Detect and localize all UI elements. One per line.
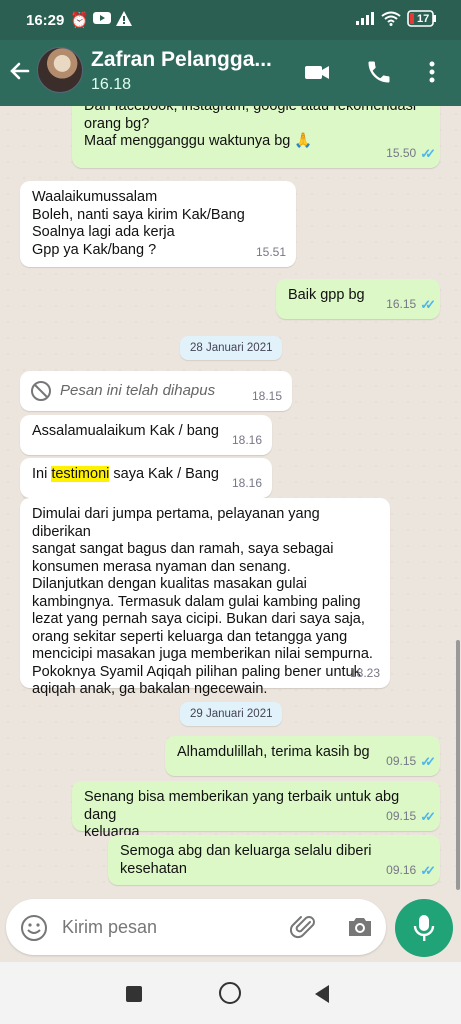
message-time: 18.16	[231, 475, 262, 490]
contact-avatar[interactable]	[37, 47, 83, 93]
signal-icon	[356, 11, 376, 29]
date-separator: 29 Januari 2021	[180, 702, 283, 726]
message-incoming[interactable]: Assalamualaikum Kak / bang 18.16	[20, 415, 272, 455]
message-outgoing[interactable]: Baik gpp bg 16.15 ✓✓	[276, 279, 440, 319]
deleted-icon	[30, 380, 52, 408]
voice-record-button[interactable]	[395, 899, 453, 957]
read-ticks-icon: ✓✓	[420, 753, 436, 769]
read-ticks-icon: ✓✓	[420, 808, 436, 824]
message-incoming[interactable]: Waalaikumussalam Boleh, nanti saya kirim…	[20, 181, 296, 267]
more-options-icon[interactable]	[422, 58, 452, 88]
message-outgoing[interactable]: Alhamdulillah, terima kasih bg 09.15 ✓✓	[165, 736, 440, 776]
alarm-icon: ⏰	[70, 12, 89, 29]
attach-icon[interactable]	[289, 913, 318, 946]
back-arrow-icon[interactable]	[8, 59, 32, 87]
back-button[interactable]	[313, 984, 331, 1009]
message-text: lezat yang pernah saya cicipi. Bukan dar…	[32, 611, 365, 627]
message-text: aqiqah anak, ga bakalan ngecewain.	[32, 681, 268, 697]
message-text: orang bg?	[84, 115, 150, 132]
message-list[interactable]: Dari facebook, instagram, google atau re…	[0, 106, 461, 896]
message-time: 15.50	[386, 145, 417, 160]
video-call-icon[interactable]	[303, 58, 333, 88]
message-outgoing[interactable]: Semoga abg dan keluarga selalu diberi ke…	[108, 835, 440, 885]
message-input[interactable]: Kirim pesan	[62, 917, 157, 938]
contact-last-seen[interactable]: 16.18	[91, 76, 131, 94]
message-text: Maaf mengganggu waktunya bg 🙏	[84, 133, 313, 149]
recents-button[interactable]	[126, 986, 142, 1002]
deleted-message-text: Pesan ini telah dihapus	[60, 382, 216, 399]
message-text: Dari facebook, instagram, google atau re…	[84, 106, 417, 114]
message-time: 09.15	[386, 753, 417, 768]
voice-call-icon[interactable]	[365, 58, 395, 88]
message-text: Dimulai dari jumpa pertama, pelayanan ya…	[32, 506, 320, 540]
message-text: mencicipi masakan juga memberikan nilai …	[32, 646, 373, 662]
youtube-icon	[93, 11, 111, 29]
message-text: Semoga abg dan keluarga selalu diberi ke…	[120, 843, 372, 877]
status-time: 16:29	[26, 12, 65, 29]
message-incoming[interactable]: Ini testimoni saya Kak / Bang 18.16	[20, 458, 272, 498]
system-nav-bar	[0, 962, 461, 1024]
message-text: Waalaikumussalam	[32, 189, 158, 205]
message-text: Gpp ya Kak/bang ?	[32, 241, 157, 258]
wifi-icon	[381, 11, 401, 30]
message-outgoing[interactable]: Dari facebook, instagram, google atau re…	[72, 106, 440, 168]
message-text: Dilanjutkan dengan kualitas masakan gula…	[32, 576, 307, 592]
message-time: 15.51	[255, 244, 286, 259]
contact-name[interactable]: Zafran Pelangga...	[91, 48, 291, 72]
read-ticks-icon: ✓✓	[420, 296, 436, 312]
emoji-icon[interactable]	[20, 914, 48, 947]
message-text: Boleh, nanti saya kirim Kak/Bang	[32, 206, 245, 223]
message-time: 16.15	[386, 296, 417, 311]
home-button[interactable]	[219, 982, 241, 1004]
message-text: sangat sangat bagus dan ramah, saya seba…	[32, 541, 334, 557]
scrollbar-thumb[interactable]	[456, 640, 460, 890]
chat-header: Zafran Pelangga... 16.18	[0, 40, 461, 106]
message-time: 18.23	[349, 665, 380, 680]
battery-level: 17	[417, 13, 430, 25]
message-text: Soalnya lagi ada kerja	[32, 224, 175, 240]
message-text: konsumen merasa nyaman dan senang.	[32, 558, 291, 575]
message-time: 18.16	[231, 432, 262, 447]
message-incoming[interactable]: Dimulai dari jumpa pertama, pelayanan ya…	[20, 498, 390, 697]
message-text: kambingnya. Termasuk dalam gulai kambing…	[32, 593, 361, 610]
message-composer[interactable]: Kirim pesan	[6, 899, 386, 955]
message-text: Pokoknya Syamil Aqiqah pilihan paling be…	[32, 663, 361, 680]
message-time: 09.15	[386, 808, 417, 823]
message-text: Assalamualaikum Kak / bang	[32, 423, 219, 439]
read-ticks-icon: ✓✓	[420, 862, 436, 878]
message-time: 18.15	[251, 388, 282, 403]
search-highlight: testimoni	[51, 466, 110, 482]
message-time: 09.16	[386, 862, 417, 877]
message-text: orang sekitar seperti keluarga dan tetan…	[32, 628, 348, 645]
microphone-icon	[412, 914, 436, 947]
message-text: Ini testimoni saya Kak / Bang	[32, 466, 219, 482]
status-bar: 16:29 ⏰ 17	[0, 0, 461, 40]
message-text: Senang bisa memberikan yang terbaik untu…	[84, 789, 400, 823]
read-ticks-icon: ✓✓	[420, 145, 436, 161]
date-separator: 28 Januari 2021	[180, 336, 283, 360]
warning-icon	[116, 11, 132, 30]
camera-icon[interactable]	[346, 913, 374, 946]
message-deleted[interactable]: Pesan ini telah dihapus 18.15	[20, 371, 292, 411]
message-outgoing[interactable]: Senang bisa memberikan yang terbaik untu…	[72, 781, 440, 840]
